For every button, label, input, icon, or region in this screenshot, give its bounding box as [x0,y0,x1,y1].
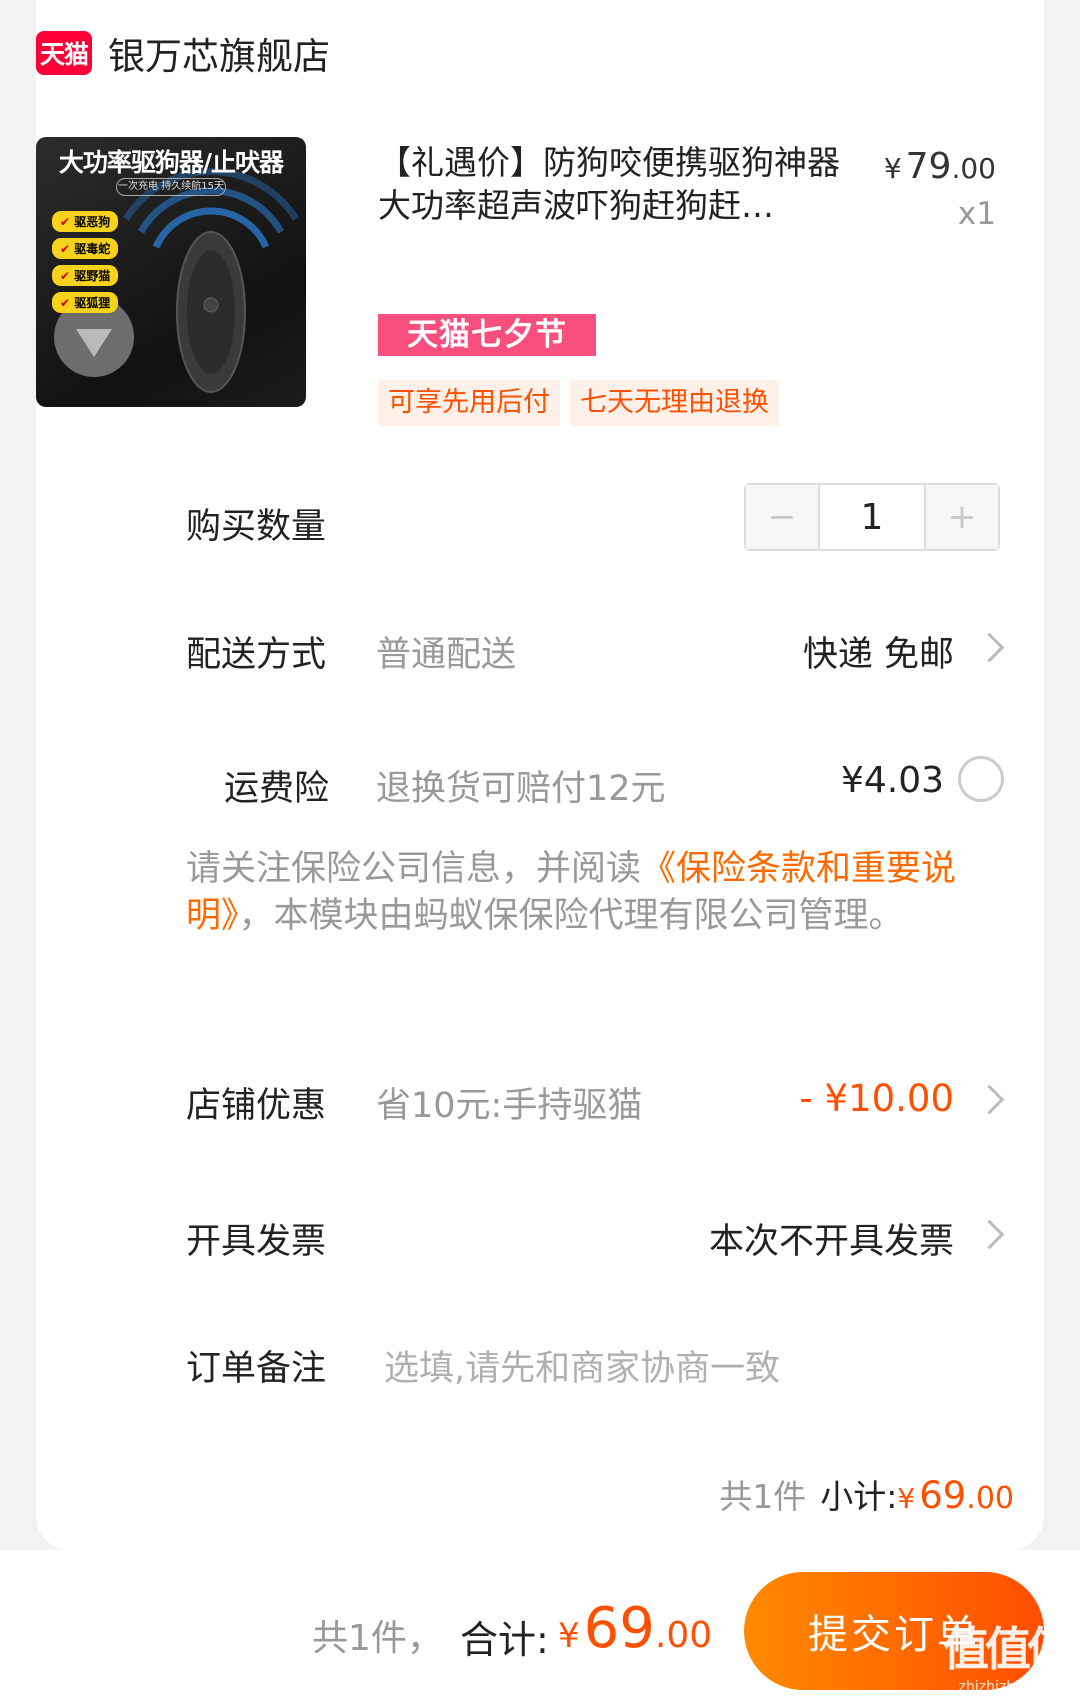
subtotal-integer: 69 [919,1474,967,1517]
shop-discount-amount[interactable]: - ¥10.00 [799,1077,954,1120]
remark-input[interactable]: 选填,请先和商家协商一致 [384,1340,780,1391]
watermark-logo: 值值值 [943,1622,1073,1676]
product-image-title: 大功率驱狗器/止吠器 [58,148,284,177]
subtotal-amount: ¥69.00 [897,1474,1014,1517]
insurance-price: ¥4.03 [840,760,944,801]
insurance-radio-icon[interactable] [958,756,1004,802]
product-image-tag: 驱毒蛇 [52,238,119,259]
insurance-notice: 请关注保险公司信息，并阅读《保险条款和重要说明》，本模块由蚂蚁保保险代理有限公司… [186,846,1006,940]
notice-prefix: 请关注保险公司信息，并阅读 [186,849,642,889]
quantity-minus-button[interactable]: − [746,485,818,549]
product-image-tag: 驱恶狗 [52,211,119,232]
price-integer: 79 [905,146,952,187]
total-currency: ¥ [558,1616,580,1656]
delivery-method: 普通配送 [376,635,517,675]
shop-discount-label: 店铺优惠 [186,1086,327,1126]
total-label: 合计: [460,1618,549,1662]
product-title[interactable]: 【礼遇价】防狗咬便携驱狗神器大功率超声波吓狗赶狗赶… [378,141,858,227]
remark-label: 订单备注 [186,1349,327,1389]
tmall-logo-icon: 天猫 [36,31,92,75]
quantity-value[interactable]: 1 [818,485,926,549]
shop-header[interactable]: 天猫 银万芯旗舰店 [36,20,330,86]
festival-badge: 天猫七夕节 [378,314,596,356]
shop-discount-description: 省10元:手持驱猫 [376,1086,643,1126]
quantity-plus-button[interactable]: + [926,485,998,549]
notice-suffix: ，本模块由蚂蚁保保险代理有限公司管理。 [238,896,904,936]
product-image-tag: 驱狐狸 [52,292,119,313]
quantity-label: 购买数量 [186,507,327,547]
product-image-tag: 驱野猫 [52,265,119,286]
shop-name: 银万芯旗舰店 [108,35,330,78]
service-tag-return: 七天无理由退换 [570,380,779,426]
total-amount: ¥69.00 [558,1596,712,1661]
subtotal-decimal: .00 [966,1481,1014,1516]
service-tag-pay-later: 可享先用后付 [378,380,560,426]
total-decimal: .00 [654,1615,713,1656]
total-integer: 69 [583,1596,655,1661]
subtotal: 共1件 小计: ¥69.00 [719,1470,1014,1518]
quantity-stepper[interactable]: − 1 + [744,483,1000,551]
invoice-value[interactable]: 本次不开具发票 [709,1213,954,1264]
insurance-label: 运费险 [224,769,330,809]
total-count: 共1件， [312,1618,443,1659]
product-image[interactable]: 大功率驱狗器/止吠器 一次充电 持久续航15天 驱恶狗 驱毒蛇 驱野猫 驱狐狸 [36,137,306,407]
invoice-label: 开具发票 [186,1222,327,1262]
price-currency: ¥ [883,152,902,185]
service-tags: 可享先用后付 七天无理由退换 [378,380,779,426]
delivery-label: 配送方式 [186,635,327,675]
insurance-description: 退换货可赔付12元 [376,769,666,809]
product-image-tags: 驱恶狗 驱毒蛇 驱野猫 驱狐狸 [52,211,119,319]
price-decimal: .00 [951,152,996,185]
watermark-url: zhizhizhi.com [958,1679,1054,1695]
subtotal-count: 共1件 [719,1477,807,1516]
subtotal-label: 小计: [820,1477,898,1516]
delivery-option[interactable]: 快递 免邮 [803,626,954,677]
subtotal-currency: ¥ [897,1482,916,1515]
product-quantity: x1 [957,196,996,232]
product-image-subtitle: 一次充电 持久续航15天 [116,178,226,196]
watermark: 值值值 zhizhizhi.com [940,1613,1073,1695]
product-price: ¥79.00 [884,146,996,187]
